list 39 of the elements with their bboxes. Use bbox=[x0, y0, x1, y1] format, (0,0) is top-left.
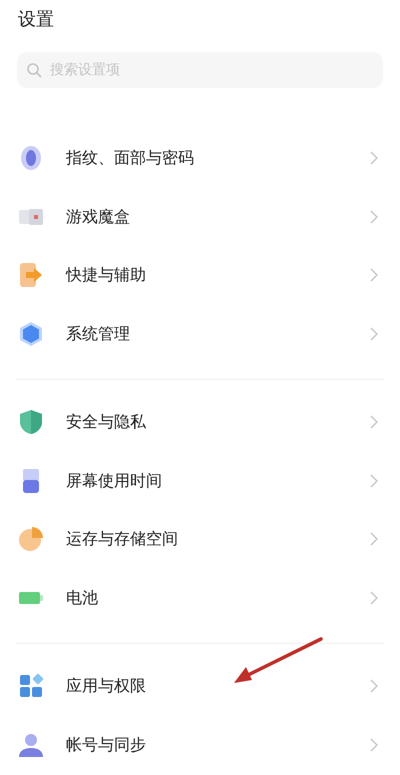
chevron-right-icon bbox=[370, 474, 378, 488]
chevron-right-icon bbox=[370, 532, 378, 546]
item-label: 系统管理 bbox=[66, 322, 131, 345]
chevron-right-icon bbox=[370, 326, 378, 341]
chevron-right-icon bbox=[370, 590, 378, 605]
chevron-right-icon bbox=[370, 738, 378, 752]
item-label: 安全与隐私 bbox=[66, 411, 147, 434]
settings-item[interactable]: 屏幕使用时间 bbox=[16, 452, 384, 510]
chevron-right-icon bbox=[370, 679, 378, 694]
settings-item[interactable]: 应用与权限 bbox=[16, 657, 384, 716]
settings-item[interactable]: 快捷与辅助 bbox=[16, 246, 384, 304]
settings-item[interactable]: 安全与隐私 bbox=[16, 393, 384, 452]
search-icon bbox=[27, 63, 42, 78]
pie-chart-icon bbox=[18, 526, 44, 552]
shield-icon bbox=[18, 409, 44, 436]
item-label: 电池 bbox=[66, 586, 99, 609]
settings-item[interactable]: 帐号与同步 bbox=[16, 716, 384, 774]
arrow-icon bbox=[18, 262, 44, 288]
page-title: 设置 bbox=[18, 8, 55, 32]
item-label: 游戏魔盒 bbox=[66, 206, 131, 228]
chevron-right-icon bbox=[370, 415, 378, 430]
hexagon-icon bbox=[18, 320, 44, 347]
settings-item[interactable]: 系统管理 bbox=[16, 304, 384, 363]
item-label: 应用与权限 bbox=[66, 675, 147, 698]
chevron-right-icon bbox=[370, 268, 378, 282]
item-label: 快捷与辅助 bbox=[66, 264, 147, 286]
person-icon bbox=[18, 732, 44, 758]
item-label: 屏幕使用时间 bbox=[66, 470, 163, 492]
item-label: 指纹、面部与密码 bbox=[66, 147, 195, 170]
chevron-right-icon bbox=[370, 151, 378, 166]
fingerprint-icon bbox=[18, 145, 44, 172]
app-grid-icon bbox=[18, 673, 44, 700]
chevron-right-icon bbox=[370, 210, 378, 224]
settings-item[interactable]: 指纹、面部与密码 bbox=[16, 129, 384, 188]
settings-item[interactable]: 电池 bbox=[16, 568, 384, 627]
settings-item[interactable]: 运存与存储空间 bbox=[16, 510, 384, 568]
item-label: 帐号与同步 bbox=[66, 734, 147, 756]
settings-item[interactable]: 游戏魔盒 bbox=[16, 188, 384, 246]
item-label: 运存与存储空间 bbox=[66, 528, 179, 550]
